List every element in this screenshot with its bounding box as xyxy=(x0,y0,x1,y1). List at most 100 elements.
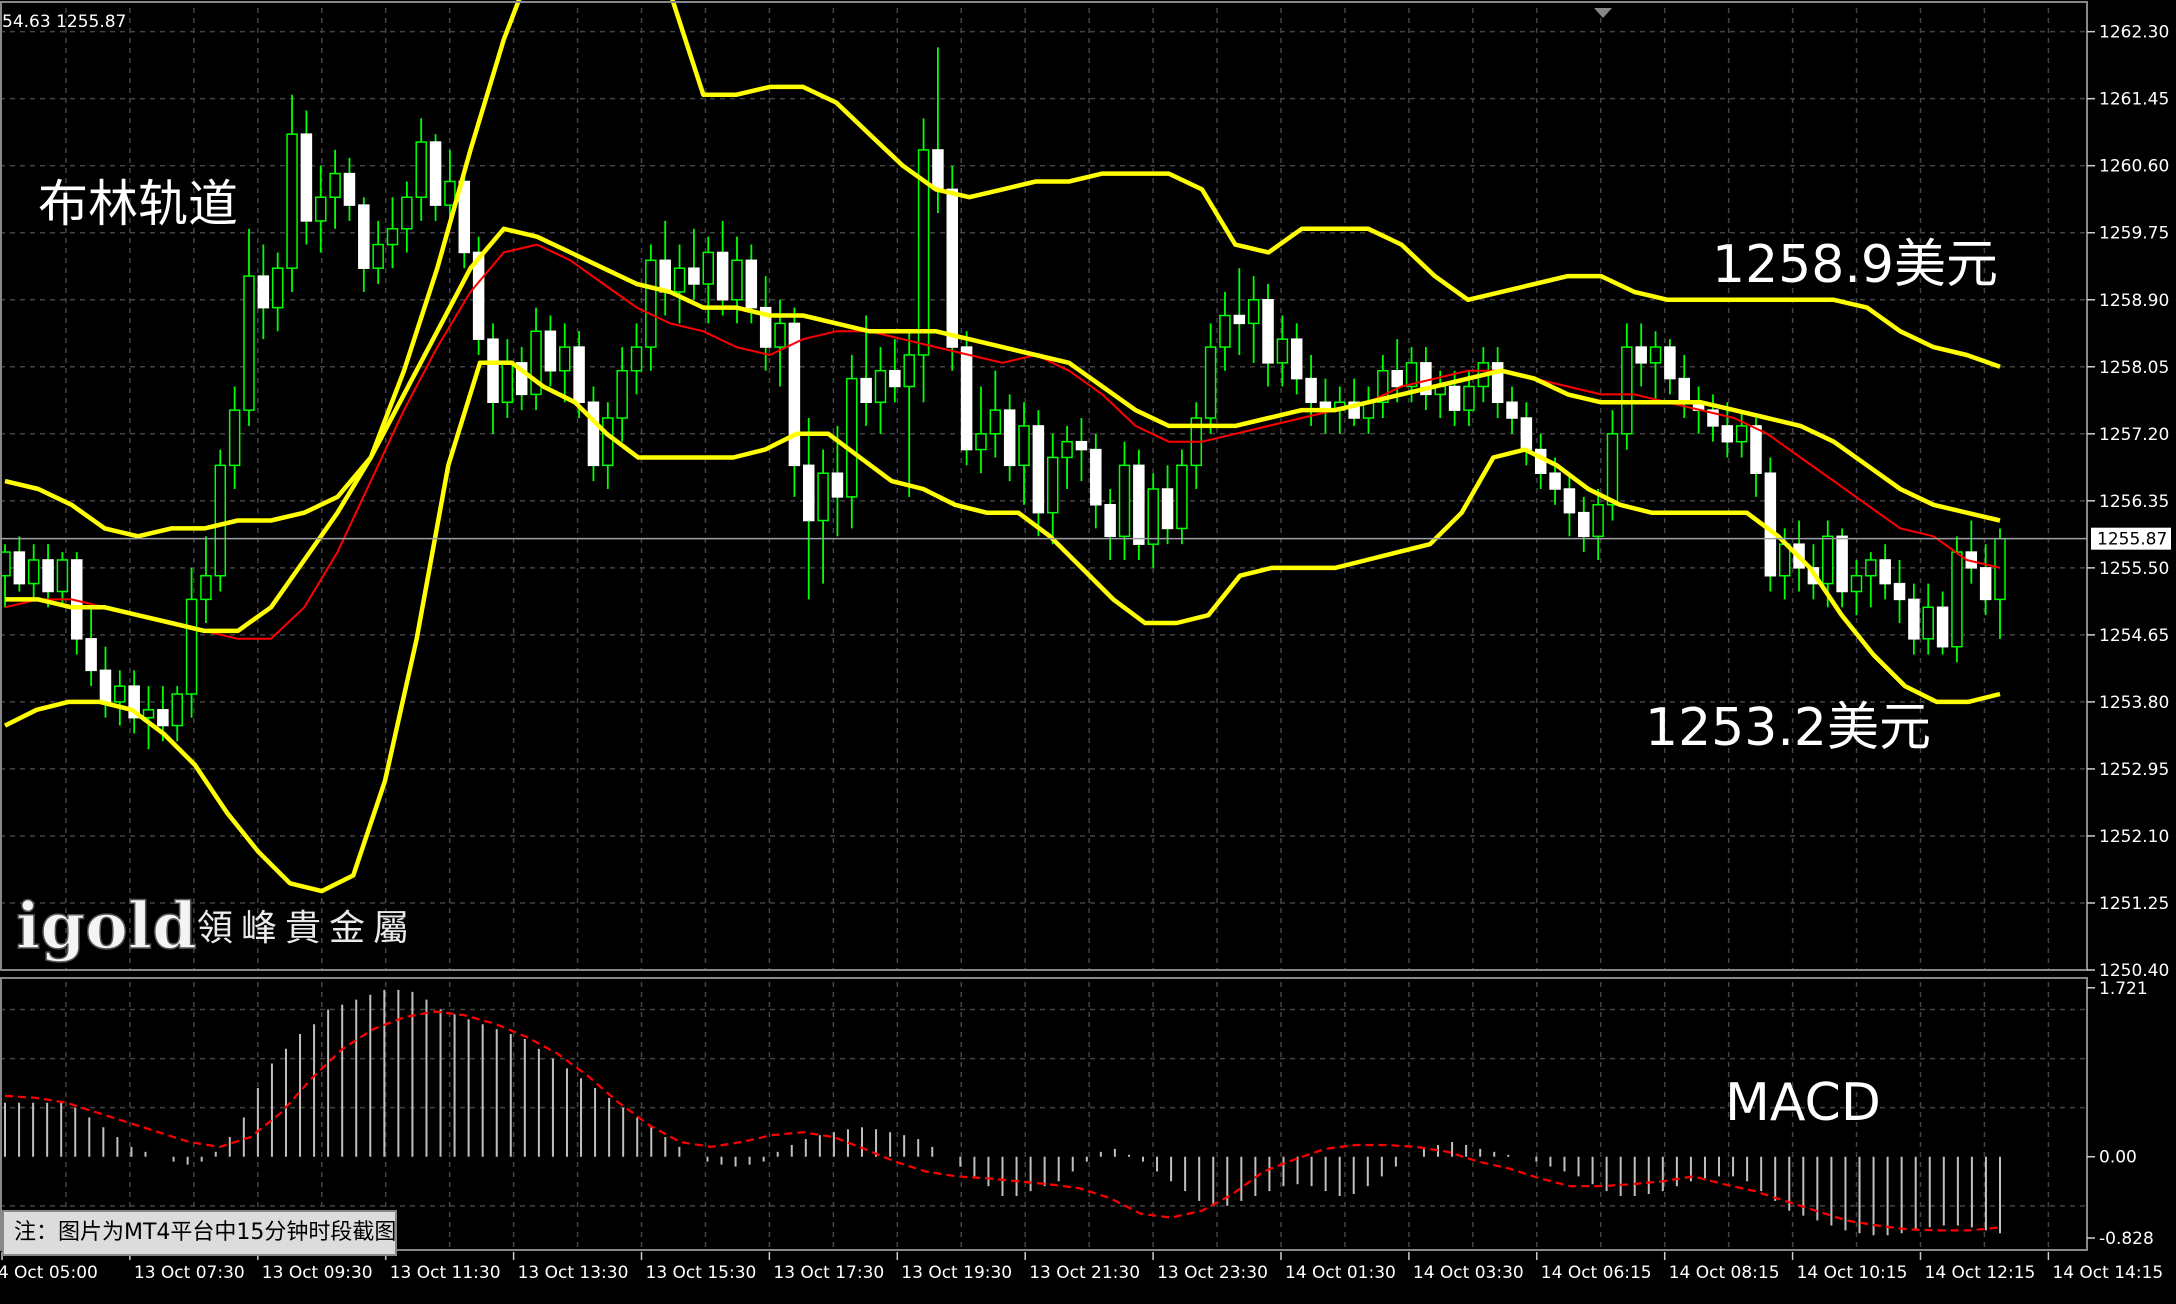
candle-body xyxy=(358,204,370,269)
candle-body xyxy=(1879,559,1891,585)
price-tick-label: 1251.25 xyxy=(2099,894,2169,914)
candle-body xyxy=(989,409,1002,435)
candle-body xyxy=(645,259,657,348)
price-tick-label: 1258.05 xyxy=(2099,358,2169,378)
candle-body xyxy=(673,267,686,293)
candle-body xyxy=(114,685,126,703)
price-tick-label: 1252.10 xyxy=(2099,827,2169,847)
candle-body xyxy=(1606,433,1619,506)
candle-body xyxy=(200,574,212,601)
logo-cjk: 領峰貴金屬 xyxy=(197,908,417,949)
time-tick-label: 14 Oct 01:30 xyxy=(1285,1263,1396,1283)
candle-body xyxy=(1305,377,1317,404)
candle-body xyxy=(185,598,198,695)
candle-body xyxy=(573,346,585,404)
candle-body xyxy=(1061,440,1073,459)
price-chart[interactable]: 1262.30 1261.45 1260.60 1259.75 1258.90 1258.… xyxy=(0,0,2176,1304)
candle-body xyxy=(1979,567,1992,601)
candle-body xyxy=(889,369,901,388)
price-tick-label: 1253.80 xyxy=(2099,693,2169,713)
candle-body xyxy=(1592,504,1604,538)
candle-body xyxy=(1750,425,1762,474)
candle-body xyxy=(659,259,671,293)
time-tick-label: 13 Oct 19:30 xyxy=(901,1263,1012,1283)
candle-body xyxy=(716,251,729,301)
candle-body xyxy=(1865,559,1877,577)
candle-body xyxy=(1836,535,1848,593)
candle-body xyxy=(602,417,614,467)
candle-body xyxy=(271,267,284,309)
price-tick-label: 1261.45 xyxy=(2099,90,2169,110)
candle-body xyxy=(1176,464,1188,530)
candle-body xyxy=(1850,574,1863,593)
macd-tick-label: 0.00 xyxy=(2099,1148,2137,1168)
candle-body xyxy=(99,669,112,703)
candle-body xyxy=(1908,598,1920,640)
candle-body xyxy=(831,472,844,498)
chart-title-annotation: 布林轨道 xyxy=(38,175,238,233)
candle-body xyxy=(731,259,743,301)
candle-body xyxy=(932,149,944,191)
candle-body xyxy=(1219,314,1231,348)
candle-body xyxy=(1649,346,1662,364)
candle-body xyxy=(157,709,169,727)
candle-body xyxy=(1391,369,1403,388)
price-tick-label: 1262.30 xyxy=(2099,23,2169,43)
time-tick-label: 13 Oct 09:30 xyxy=(262,1263,373,1283)
candle-body xyxy=(860,377,872,404)
candle-body xyxy=(1161,488,1174,530)
candle-body xyxy=(1247,299,1260,325)
time-tick-label: 14 Oct 03:30 xyxy=(1413,1263,1524,1283)
time-tick-label: 14 Oct 08:15 xyxy=(1669,1263,1780,1283)
candle-body xyxy=(702,251,715,285)
candle-body xyxy=(1090,448,1102,506)
candle-body xyxy=(1563,488,1576,514)
candle-body xyxy=(1635,346,1647,364)
price-tick-label: 1254.65 xyxy=(2099,626,2169,646)
candle-body xyxy=(975,433,987,451)
time-tick-label: 13 Oct 23:30 xyxy=(1157,1263,1268,1283)
candle-body xyxy=(1822,535,1834,585)
candle-body xyxy=(257,275,270,309)
current-price-label: 1255.87 xyxy=(2097,530,2167,550)
candle-body xyxy=(1721,425,1734,443)
candle-body xyxy=(1133,464,1145,545)
candle-body xyxy=(874,369,887,404)
candle-body xyxy=(745,259,758,309)
upper-band-annotation: 1258.9美元 xyxy=(1712,235,1998,295)
candle-body xyxy=(1764,472,1777,577)
candle-body xyxy=(817,472,829,522)
candle-body xyxy=(802,464,815,522)
candle-body xyxy=(946,188,959,348)
candle-body xyxy=(630,346,643,372)
candle-body xyxy=(42,559,54,593)
candle-body xyxy=(587,401,600,467)
candle-body xyxy=(444,180,456,206)
candle-body xyxy=(1448,385,1461,411)
candle-body xyxy=(1549,472,1561,490)
candle-body xyxy=(1046,456,1059,514)
candle-body xyxy=(343,172,356,206)
candle-body xyxy=(1276,338,1289,364)
candle-body xyxy=(960,346,973,451)
time-tick-label: 14 Oct 06:15 xyxy=(1541,1263,1652,1283)
candle-body xyxy=(501,362,514,404)
candle-body xyxy=(1290,338,1303,380)
price-tick-label: 1256.35 xyxy=(2099,492,2169,512)
candle-body xyxy=(142,709,155,719)
time-tick-label: 14 Oct 05:00 xyxy=(0,1263,98,1283)
candle-body xyxy=(415,141,427,198)
candle-body xyxy=(774,322,786,348)
candle-body xyxy=(243,275,255,411)
candle-body xyxy=(558,346,571,372)
candle-body xyxy=(1678,377,1690,404)
candle-body xyxy=(214,464,227,577)
time-tick-label: 13 Oct 15:30 xyxy=(646,1263,757,1283)
candle-body xyxy=(1233,314,1246,325)
candle-body xyxy=(1262,299,1274,364)
candle-body xyxy=(386,228,399,246)
candle-body xyxy=(329,172,341,198)
candle-body xyxy=(315,196,327,222)
candle-body xyxy=(1520,417,1533,451)
candle-body xyxy=(56,559,69,593)
